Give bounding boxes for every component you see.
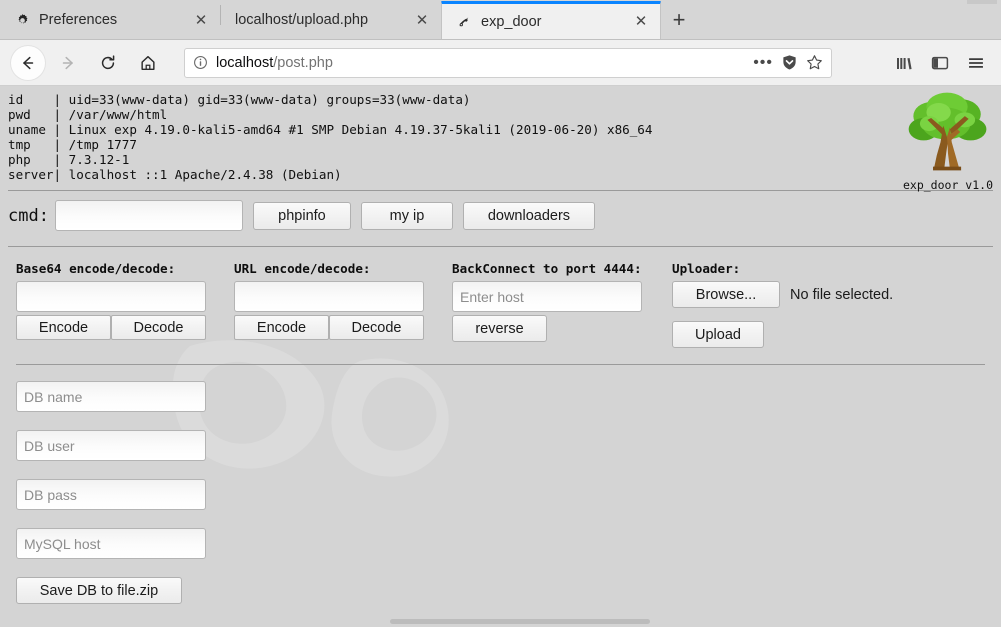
tree-logo	[908, 92, 987, 171]
new-tab-button[interactable]: +	[661, 1, 697, 39]
base64-title: Base64 encode/decode:	[16, 261, 176, 276]
mysql-host-input[interactable]	[16, 528, 206, 559]
browser-window: Preferences ✕ localhost/upload.php ✕ exp…	[0, 0, 1001, 627]
tab-label: exp_door	[481, 13, 542, 30]
toolbar-right-icons	[887, 46, 993, 80]
home-button[interactable]	[131, 46, 165, 80]
upload-button[interactable]: Upload	[672, 321, 764, 348]
uploader-title: Uploader:	[672, 261, 741, 276]
tab-strip: Preferences ✕ localhost/upload.php ✕ exp…	[0, 0, 1001, 40]
system-info-output: id | uid=33(www-data) gid=33(www-data) g…	[8, 92, 653, 182]
tab-label: localhost/upload.php	[235, 12, 369, 28]
url-host: localhost	[216, 54, 274, 71]
tab-exp-door[interactable]: exp_door ✕	[441, 1, 661, 39]
url-text[interactable]: localhost/post.php	[216, 55, 745, 71]
browse-button[interactable]: Browse...	[672, 281, 780, 308]
uploader-tool: Uploader: Browse... No file selected. Up…	[672, 261, 912, 348]
tab-label: Preferences	[39, 12, 118, 28]
tools-row: Base64 encode/decode: Encode Decode URL …	[8, 247, 993, 360]
url-path: /post.php	[273, 54, 333, 71]
phpinfo-button[interactable]: phpinfo	[252, 201, 351, 230]
backconnect-tool: BackConnect to port 4444: reverse	[452, 261, 672, 348]
db-user-input[interactable]	[16, 430, 206, 461]
my-ip-button[interactable]: my ip	[360, 201, 453, 230]
horizontal-scrollbar-thumb[interactable]	[390, 619, 650, 624]
forward-button[interactable]	[51, 46, 85, 80]
url-tool-input[interactable]	[234, 281, 424, 312]
app-version-label: exp_door v1.0	[902, 178, 993, 192]
base64-input[interactable]	[16, 281, 206, 312]
cmd-row: exp_door v1.0 cmd: phpinfo my ip downloa…	[8, 178, 993, 238]
url-tool: URL encode/decode: Encode Decode	[234, 261, 452, 348]
window-controls[interactable]	[967, 0, 997, 4]
uploader-file-row: Browse... No file selected.	[672, 281, 912, 308]
window-minimize-button[interactable]	[967, 0, 997, 4]
url-tool-buttons: Encode Decode	[234, 315, 452, 340]
url-bar[interactable]: localhost/post.php •••	[184, 47, 832, 78]
home-icon	[141, 55, 155, 70]
tab-close-button[interactable]: ✕	[192, 11, 210, 29]
url-encode-button[interactable]: Encode	[234, 315, 329, 340]
url-tool-title: URL encode/decode:	[234, 261, 371, 276]
gear-icon	[14, 12, 30, 28]
base64-encode-button[interactable]: Encode	[16, 315, 111, 340]
exp-door-icon	[456, 14, 472, 30]
navigation-toolbar: localhost/post.php •••	[0, 40, 1001, 86]
reload-button[interactable]	[91, 46, 125, 80]
reverse-button[interactable]: reverse	[452, 315, 547, 342]
sidebar-icon[interactable]	[923, 46, 957, 80]
menu-hamburger-icon[interactable]	[959, 46, 993, 80]
horizontal-scrollbar[interactable]	[0, 618, 1001, 625]
downloaders-button[interactable]: downloaders	[462, 201, 595, 230]
info-circle-icon[interactable]	[193, 55, 208, 70]
backconnect-host-input[interactable]	[452, 281, 642, 312]
db-pass-input[interactable]	[16, 479, 206, 510]
url-decode-button[interactable]: Decode	[329, 315, 424, 340]
cmd-input[interactable]	[54, 200, 243, 231]
base64-decode-button[interactable]: Decode	[111, 315, 206, 340]
base64-tool: Base64 encode/decode: Encode Decode	[16, 261, 234, 348]
tab-close-button[interactable]: ✕	[632, 13, 650, 31]
page-content: id | uid=33(www-data) gid=33(www-data) g…	[0, 86, 1001, 625]
database-section: Save DB to file.zip	[8, 365, 993, 604]
back-button[interactable]	[11, 45, 45, 80]
backconnect-title: BackConnect to port 4444:	[452, 261, 642, 276]
tab-preferences[interactable]: Preferences ✕	[0, 1, 220, 39]
file-status-label: No file selected.	[790, 286, 894, 303]
base64-buttons: Encode Decode	[16, 315, 234, 340]
shell-panel: id | uid=33(www-data) gid=33(www-data) g…	[0, 86, 1001, 604]
shield-icon[interactable]	[781, 54, 798, 71]
reload-icon	[101, 54, 115, 69]
save-db-button[interactable]: Save DB to file.zip	[16, 577, 182, 604]
cmd-label: cmd:	[8, 205, 49, 226]
tab-close-button[interactable]: ✕	[413, 11, 431, 29]
db-name-input[interactable]	[16, 381, 206, 412]
forward-arrow-icon	[62, 56, 73, 69]
page-actions-button[interactable]: •••	[753, 55, 773, 70]
tab-upload-php[interactable]: localhost/upload.php ✕	[221, 1, 441, 39]
star-icon[interactable]	[806, 54, 823, 71]
back-arrow-icon	[23, 56, 34, 69]
library-icon[interactable]	[887, 46, 921, 80]
